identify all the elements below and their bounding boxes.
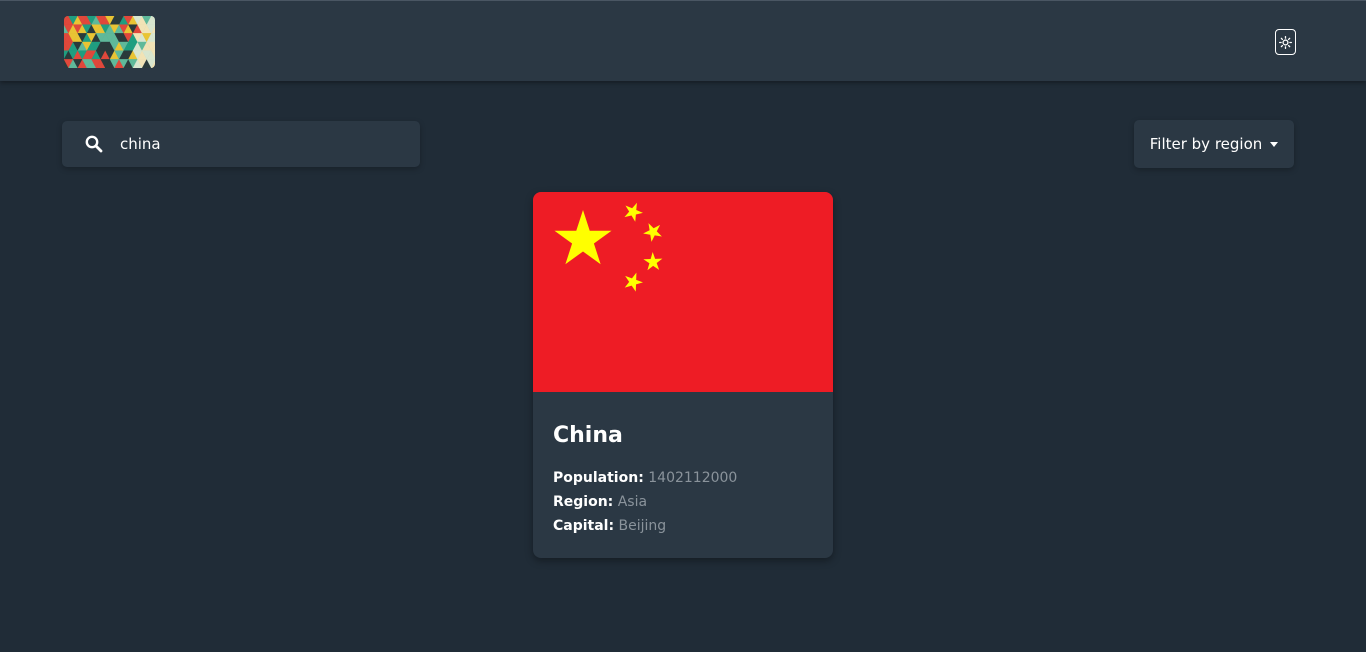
region-row: Region: Asia (553, 490, 813, 514)
app-logo[interactable] (64, 16, 155, 68)
search-input[interactable] (118, 129, 408, 159)
population-row: Population: 1402112000 (553, 466, 813, 490)
search-box (62, 121, 420, 167)
country-info: Population: 1402112000 Region: Asia Capi… (553, 466, 813, 538)
flag-field (533, 192, 833, 392)
caret-down-icon (1270, 142, 1279, 147)
top-navbar (0, 0, 1366, 81)
search-icon[interactable] (84, 134, 104, 154)
capital-label: Capital: (553, 518, 615, 534)
capital-row: Capital: Beijing (553, 514, 813, 538)
sun-icon (1279, 35, 1292, 49)
card-body: China Population: 1402112000 Region: Asi… (553, 420, 813, 538)
country-name: China (553, 423, 623, 448)
filter-label: Filter by region (1149, 135, 1263, 153)
country-card[interactable]: China Population: 1402112000 Region: Asi… (533, 192, 833, 558)
population-label: Population: (553, 470, 644, 486)
china-flag-icon (533, 192, 833, 392)
population-value: 1402112000 (648, 470, 738, 486)
region-value: Asia (617, 494, 648, 510)
theme-toggle-button[interactable] (1275, 29, 1296, 55)
capital-value: Beijing (618, 518, 667, 534)
triangle-mosaic-icon (64, 16, 155, 68)
filter-by-region-dropdown[interactable]: Filter by region (1134, 120, 1294, 168)
region-label: Region: (553, 494, 614, 510)
